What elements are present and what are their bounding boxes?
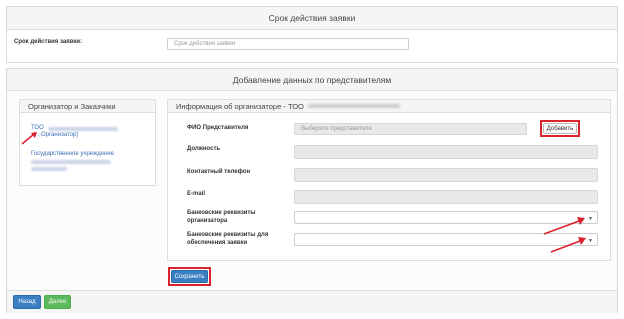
term-panel-title: Срок действия заявки — [7, 7, 617, 30]
redacted-name — [31, 167, 67, 171]
org-item-gov-label[interactable]: Государственное учреждение — [31, 151, 114, 157]
email-field[interactable] — [294, 190, 598, 204]
term-panel: Срок действия заявки Срок действия заявк… — [6, 6, 618, 63]
term-input[interactable]: Срок действия заявки — [167, 38, 409, 50]
red-arrows-icon — [543, 217, 586, 253]
redacted-name — [31, 160, 111, 164]
bank-security-label-line2: обеспечения заявки — [187, 240, 248, 246]
term-label: Срок действия заявки: — [14, 39, 83, 45]
fio-label: ФИО Представителя — [187, 125, 249, 131]
fio-select[interactable]: Выберите представителя — [294, 123, 527, 135]
redacted-name — [48, 127, 118, 131]
save-button[interactable]: Сохранить — [171, 270, 208, 283]
position-label: Должность — [187, 146, 221, 152]
bank-org-label-line1: Банковские реквизиты — [187, 210, 256, 216]
email-label: E-mail — [187, 191, 206, 197]
fio-placeholder: Выберите представителя — [301, 126, 372, 132]
organizer-info-title-text: Информация об организаторе - ТОО — [176, 102, 304, 111]
org-customers-title: Организатор и Заказчики — [20, 100, 155, 113]
org-item-organizer-suffix[interactable]: Организатор) — [41, 132, 78, 138]
representatives-panel-title: Добавление данных по представителям — [7, 69, 617, 91]
bank-org-label-line2: организатора — [187, 218, 228, 224]
redacted-name — [308, 104, 400, 108]
add-representative-button[interactable]: Добавить — [543, 123, 577, 134]
next-button[interactable]: Далее — [44, 295, 71, 309]
form-footer: Назад Далее — [7, 290, 617, 313]
organizer-info-title: Информация об организаторе - ТОО — [168, 100, 610, 113]
phone-field[interactable] — [294, 168, 598, 182]
phone-label: Контактный телефон — [187, 169, 251, 175]
red-arrow-icon — [21, 132, 37, 145]
representatives-panel: Добавление данных по представителям Орга… — [6, 68, 618, 313]
back-button[interactable]: Назад — [13, 295, 41, 309]
bank-security-label-line1: Банковские реквизиты для — [187, 232, 269, 238]
term-input-placeholder: Срок действия заявки — [174, 41, 236, 47]
position-field[interactable] — [294, 145, 598, 159]
